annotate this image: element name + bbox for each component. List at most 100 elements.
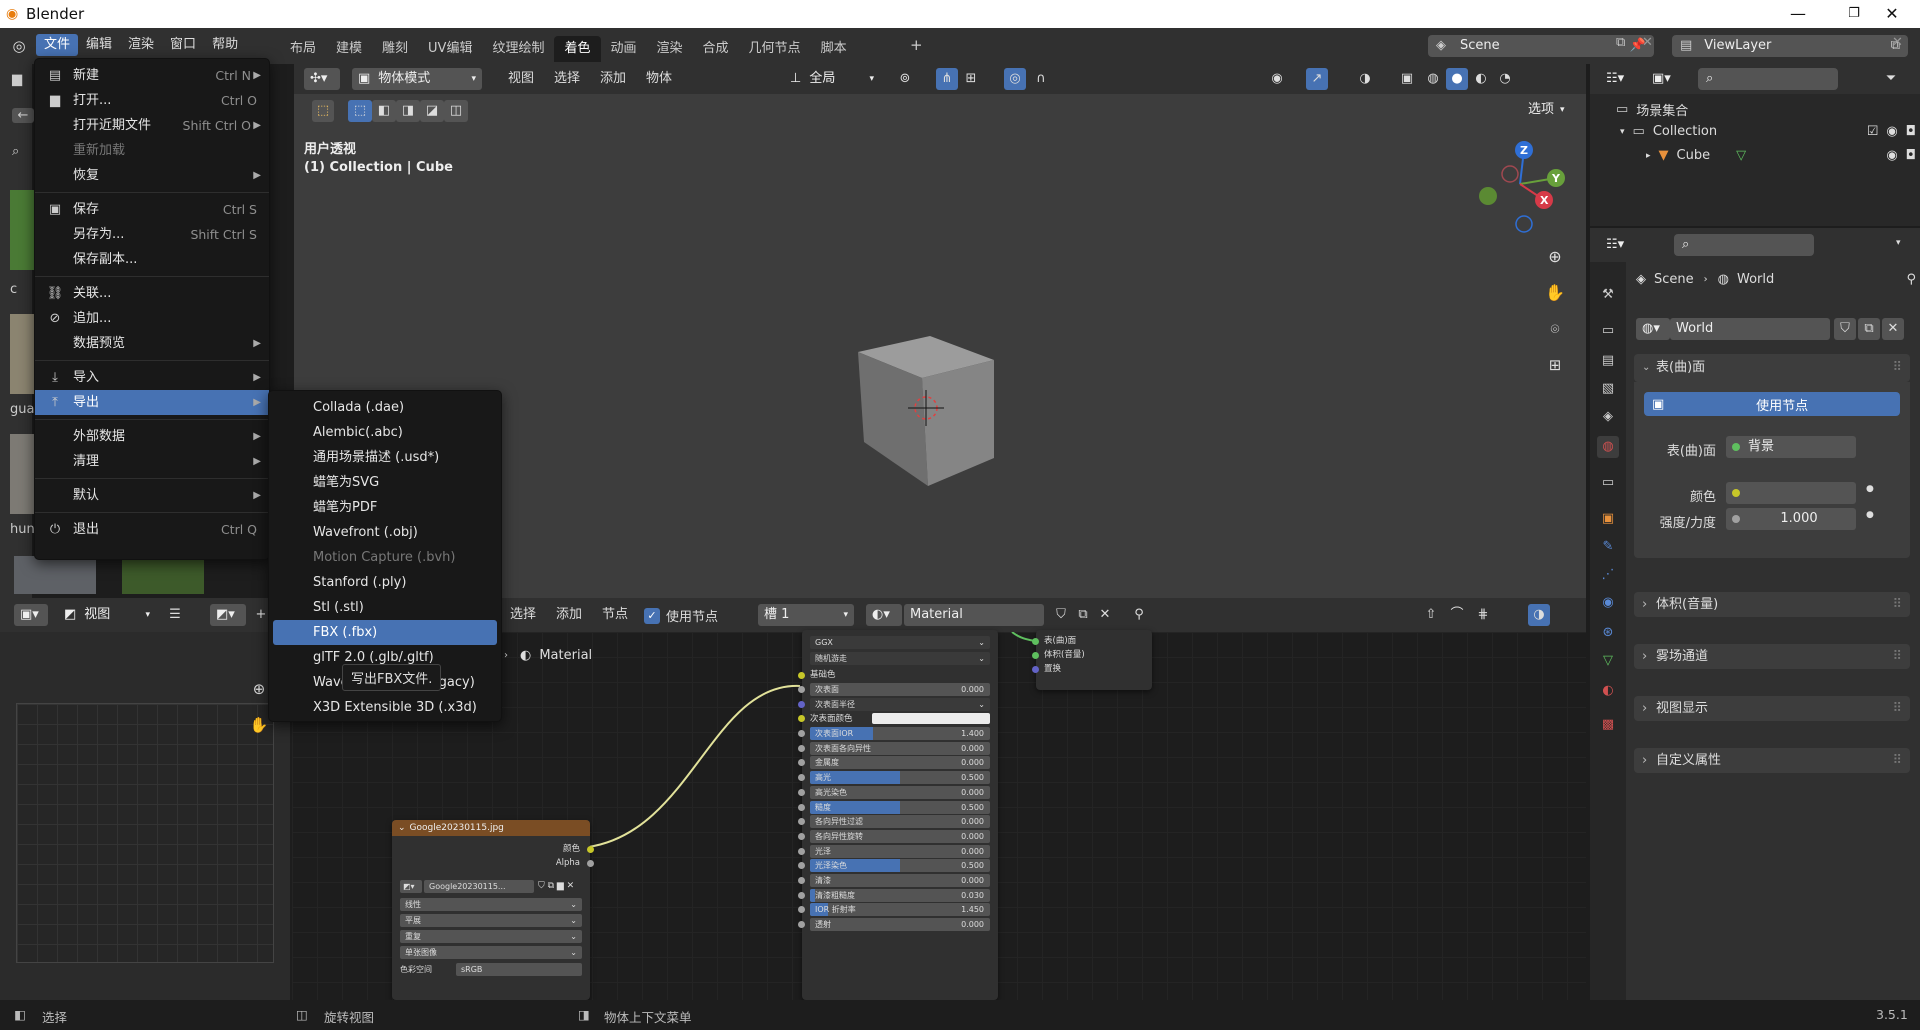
strength-field[interactable]: 1.000 <box>1726 508 1856 530</box>
bsdf-value-field[interactable]: 各向异性过滤 0.000 <box>810 815 990 829</box>
workspace-tab[interactable]: 着色 <box>554 36 601 62</box>
slot-dropdown[interactable]: 槽 1 ▾ <box>758 604 854 626</box>
eye-icon[interactable]: ◉ <box>1886 124 1897 139</box>
zoom-icon[interactable]: ⊕ <box>248 678 270 700</box>
material-output-node[interactable]: 表(曲)面 体积(音量) 置换 <box>1032 630 1152 690</box>
unlink-material-icon[interactable]: ✕ <box>1094 604 1116 626</box>
export-menu-item[interactable]: Alembic(.abc) <box>273 420 497 445</box>
xray-icon[interactable]: ▣ <box>1396 68 1418 90</box>
surface-shader-field[interactable]: 背景 <box>1726 436 1856 458</box>
principled-bsdf-node[interactable]: GGX ⌄ 随机游走 ⌄ 基础色 次表面 0.000 次表面半径 ⌄ 次表面颜色 次表面IOR 1… <box>798 630 998 1000</box>
expand-icon[interactable]: ▾ <box>1620 127 1625 137</box>
export-menu-item[interactable]: X3D Extensible 3D (.x3d) <box>273 695 497 720</box>
image-selector[interactable]: ◩▾ Google20230115... ⛉ ⧉ ▆ ✕ <box>400 878 582 894</box>
pan-hand-icon[interactable]: ✋ <box>248 714 270 736</box>
input-socket[interactable] <box>798 803 805 811</box>
unlink-world-icon[interactable]: ✕ <box>1882 318 1904 340</box>
camera-icon[interactable]: ⌾ <box>1544 318 1566 340</box>
input-socket[interactable] <box>798 774 805 782</box>
bsdf-dropdown[interactable]: 随机游走 ⌄ <box>810 652 990 665</box>
bsdf-value-field[interactable]: 各向异性旋转 0.000 <box>810 829 990 843</box>
cube-row[interactable]: ▸ ▼ Cube ▽ ◉ ◘ <box>1646 148 1916 163</box>
overlay-icon[interactable]: ◑ <box>1354 68 1376 90</box>
bsdf-value-field[interactable]: 透射 0.000 <box>810 918 990 931</box>
bsdf-value-field[interactable]: 金属度 0.000 <box>810 756 990 770</box>
image-node-dropdown[interactable]: 重复 ⌄ <box>400 930 582 943</box>
duplicate-material-icon[interactable]: ⧉ <box>1072 604 1094 626</box>
data-icon[interactable]: ▽ <box>1597 650 1619 672</box>
material-name-field[interactable]: Material <box>904 604 1044 626</box>
mesh-data-icon[interactable]: ▽ <box>1736 148 1746 163</box>
world-browse-dropdown[interactable]: ◍▾ <box>1636 318 1670 340</box>
scene-collection-row[interactable]: ▭ 场景集合 <box>1616 100 1688 119</box>
collapsed-section[interactable]: › 雾场通道 ⠿ <box>1634 644 1910 669</box>
minimize-button[interactable]: — <box>1770 0 1826 28</box>
file-menu-item[interactable]: 数据预览 ▶ <box>35 331 269 356</box>
duplicate-world-icon[interactable]: ⧉ <box>1858 318 1880 340</box>
color-field[interactable] <box>1726 482 1856 504</box>
image-texture-node[interactable]: ⌄ Google20230115.jpg 颜色 Alpha ◩▾ Google20… <box>392 820 594 1000</box>
image-name-field[interactable]: Google20230115... <box>424 879 534 893</box>
perspective-grid-icon[interactable]: ⊞ <box>1544 354 1566 376</box>
workspace-tab[interactable]: 雕刻 <box>372 36 418 62</box>
menu-file[interactable]: 文件 <box>36 34 79 56</box>
collection-icon[interactable]: ▭ <box>1597 472 1619 494</box>
workspace-tab[interactable]: 几何节点 <box>739 36 811 62</box>
export-menu-item[interactable]: Collada (.dae) <box>273 395 497 420</box>
material-browse-dropdown[interactable]: ◐▾ <box>866 604 902 626</box>
image-browse-icon[interactable]: ◩▾ <box>400 879 422 893</box>
expand-icon[interactable]: ▸ <box>1646 151 1651 161</box>
camera-icon[interactable]: ◘ <box>1906 124 1916 139</box>
collapsed-section[interactable]: › 自定义属性 ⠿ <box>1634 748 1910 773</box>
node-overlay-icon[interactable]: ◑ <box>1528 604 1550 626</box>
collapsed-section[interactable]: › 体积(音量) ⠿ <box>1634 592 1910 617</box>
workspace-tab[interactable]: 渲染 <box>647 36 693 62</box>
bsdf-value-field[interactable]: 清漆粗糙度 0.030 <box>810 888 990 902</box>
bsdf-value-field[interactable]: IOR 折射率 1.450 <box>810 903 990 917</box>
bsdf-value-field[interactable]: 次表面半径 ⌄ <box>810 697 990 711</box>
bsdf-value-field[interactable]: 高光 0.500 <box>810 771 990 785</box>
menu-window[interactable]: 窗口 <box>162 34 204 56</box>
snap-node-icon[interactable]: ⌒ <box>1446 604 1468 626</box>
output-icon[interactable]: ▤ <box>1597 350 1619 372</box>
navigation-gizmo[interactable]: Z Y X <box>1470 136 1570 236</box>
input-socket[interactable] <box>798 921 805 928</box>
gizmo-icon[interactable]: ↗ <box>1306 68 1328 90</box>
properties-editor-type[interactable]: ☷▾ <box>1600 234 1636 256</box>
scene-icon[interactable]: ◈ <box>1597 406 1619 428</box>
input-socket[interactable] <box>798 906 805 914</box>
image-node-title[interactable]: ⌄ Google20230115.jpg <box>392 820 590 836</box>
new-scene-icon[interactable]: ⧉ <box>1616 35 1625 50</box>
fake-user-icon[interactable]: ⛉ <box>1834 318 1856 340</box>
outliner-search-input[interactable]: ⌕ <box>1698 68 1838 90</box>
fake-user-icon[interactable]: ⛉ <box>1050 604 1072 626</box>
material-icon[interactable]: ◐ <box>1597 680 1619 702</box>
input-socket[interactable] <box>798 847 805 855</box>
bsdf-value-field[interactable]: 光泽 0.000 <box>810 844 990 858</box>
rendered-shading-icon[interactable]: ◔ <box>1494 68 1516 90</box>
texture-icon[interactable]: ▩ <box>1597 714 1619 736</box>
tool-icon[interactable]: ⚒ <box>1597 284 1619 306</box>
display-mode-dropdown[interactable]: ▣▾ <box>1646 68 1682 90</box>
transform-orientation[interactable]: ⊥ 全局 ▾ <box>784 68 880 90</box>
select-new-icon[interactable]: ⬚ <box>348 100 372 122</box>
node-menu[interactable]: 节点 <box>594 604 636 626</box>
mode-selector[interactable]: ▣ 物体模式 ▾ <box>352 68 482 90</box>
export-menu-item[interactable]: Stl (.stl) <box>273 595 497 620</box>
image-node-dropdown[interactable]: 平展 ⌄ <box>400 914 582 927</box>
world-name-field[interactable]: World <box>1670 318 1830 340</box>
zoom-icon[interactable]: ⊕ <box>1544 246 1566 268</box>
camera-icon[interactable]: ◘ <box>1906 148 1916 163</box>
file-menu-item[interactable]: ⊘ 追加... <box>35 306 269 331</box>
pin-icon[interactable]: ⚲ <box>1906 272 1916 287</box>
export-menu-item[interactable]: Motion Capture (.bvh) <box>273 545 497 570</box>
proportional-edit-icon[interactable]: ◎ <box>1004 68 1026 90</box>
editor-type-dropdown[interactable]: ▣▾ <box>14 604 48 626</box>
image-browse-dropdown[interactable]: ◩▾ <box>210 604 246 626</box>
bsdf-value-field[interactable]: 光泽染色 0.500 <box>810 859 990 873</box>
export-menu-item[interactable]: 蜡笔为PDF <box>273 495 497 520</box>
export-menu-item[interactable]: 蜡笔为SVG <box>273 470 497 495</box>
colorspace-dropdown[interactable]: sRGB <box>456 962 582 976</box>
select-subtract-icon[interactable]: ◨ <box>396 100 420 122</box>
drag-handle-icon[interactable]: ⠿ <box>1892 592 1902 617</box>
